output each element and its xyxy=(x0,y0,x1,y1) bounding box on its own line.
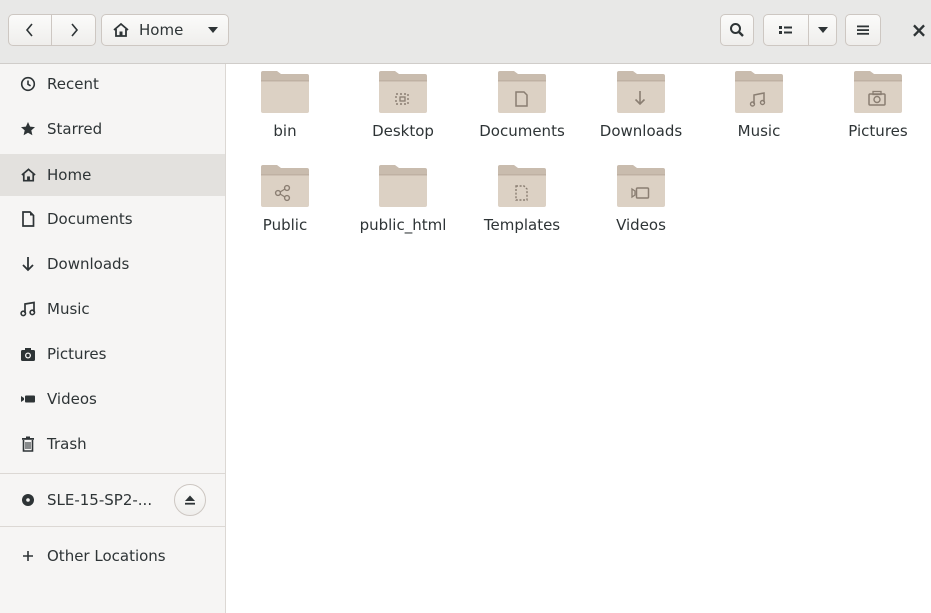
folder-icon xyxy=(616,160,666,208)
view-options-dropdown[interactable] xyxy=(809,14,837,46)
folder-name: public_html xyxy=(359,216,447,234)
star-icon xyxy=(19,120,37,138)
sidebar-item-label: Videos xyxy=(47,390,97,408)
sidebar-item-label: Starred xyxy=(47,120,103,138)
folder-name: Music xyxy=(737,122,781,140)
home-icon xyxy=(112,22,130,38)
back-button[interactable] xyxy=(8,14,52,46)
sidebar-item-label: Documents xyxy=(47,210,133,228)
sidebar-item-trash[interactable]: Trash xyxy=(0,424,225,464)
disc-icon xyxy=(19,491,37,509)
sidebar-item-pictures[interactable]: Pictures xyxy=(0,334,225,374)
folder-name: Documents xyxy=(479,122,565,140)
folder-item[interactable]: Downloads xyxy=(582,66,700,152)
search-button[interactable] xyxy=(720,14,754,46)
sidebar-item-label: Recent xyxy=(47,75,99,93)
folder-item[interactable]: public_html xyxy=(344,160,462,246)
main-menu-button[interactable] xyxy=(845,14,881,46)
music-note-icon xyxy=(19,300,37,318)
close-window-button[interactable]: × xyxy=(910,18,928,42)
download-arrow-icon xyxy=(19,255,37,273)
folder-item[interactable]: bin xyxy=(226,66,344,152)
folder-icon xyxy=(260,160,310,208)
folder-name: Desktop xyxy=(372,122,434,140)
sidebar-item-videos[interactable]: Videos xyxy=(0,379,225,419)
folder-icon xyxy=(497,160,547,208)
eject-button[interactable] xyxy=(174,484,206,516)
folder-icon xyxy=(260,66,310,114)
home-icon xyxy=(19,166,37,184)
forward-button[interactable] xyxy=(52,14,96,46)
folder-icon xyxy=(853,66,903,114)
folder-icon xyxy=(378,66,428,114)
sidebar-item-recent[interactable]: Recent xyxy=(0,64,225,104)
sidebar-item-label: Downloads xyxy=(47,255,130,273)
folder-item[interactable]: Documents xyxy=(463,66,581,152)
sidebar-item-home[interactable]: Home xyxy=(0,154,225,196)
chevron-down-icon xyxy=(817,26,828,34)
chevron-left-icon xyxy=(24,23,36,37)
camera-icon xyxy=(19,345,37,363)
chevron-down-icon xyxy=(208,26,218,34)
header-bar: Home × xyxy=(0,0,931,64)
chevron-right-icon xyxy=(68,23,80,37)
sidebar-item-label: Other Locations xyxy=(47,547,166,565)
folder-name: Videos xyxy=(616,216,666,234)
sidebar-item-other-locations[interactable]: Other Locations xyxy=(0,536,225,576)
sidebar-separator xyxy=(0,526,225,527)
sidebar-item-label: Music xyxy=(47,300,90,318)
sidebar-separator xyxy=(0,473,225,474)
folder-item[interactable]: Videos xyxy=(582,160,700,246)
hamburger-menu-icon xyxy=(856,24,870,36)
sidebar-item-music[interactable]: Music xyxy=(0,289,225,329)
path-bar-label: Home xyxy=(139,21,184,39)
folder-name: Templates xyxy=(483,216,561,234)
sidebar-item-label: Trash xyxy=(47,435,87,453)
folder-name: bin xyxy=(273,122,297,140)
folder-icon xyxy=(497,66,547,114)
folder-icon xyxy=(378,160,428,208)
video-camera-icon xyxy=(19,390,37,408)
folder-icon xyxy=(616,66,666,114)
sidebar-item-label: Home xyxy=(47,166,92,184)
folder-name: Downloads xyxy=(599,122,683,140)
trash-icon xyxy=(19,435,37,453)
sidebar-item-label: SLE-15-SP2-... xyxy=(47,491,153,509)
list-view-icon xyxy=(778,24,794,36)
folder-name: Pictures xyxy=(848,122,908,140)
search-icon xyxy=(729,22,745,38)
sidebar-item-downloads[interactable]: Downloads xyxy=(0,244,225,284)
clock-icon xyxy=(19,75,37,93)
view-toggle-button[interactable] xyxy=(763,14,809,46)
sidebar-item-starred[interactable]: Starred xyxy=(0,109,225,149)
folder-icon xyxy=(734,66,784,114)
folder-name: Public xyxy=(262,216,308,234)
file-view: bin Desktop Documents Downloads Music Picture… xyxy=(226,64,931,613)
document-icon xyxy=(19,210,37,228)
path-bar-home-button[interactable]: Home xyxy=(101,14,229,46)
sidebar: Recent Starred Home Documents Downloads … xyxy=(0,64,226,613)
plus-icon xyxy=(19,547,37,565)
folder-item[interactable]: Pictures xyxy=(819,66,931,152)
folder-item[interactable]: Templates xyxy=(463,160,581,246)
folder-item[interactable]: Public xyxy=(226,160,344,246)
folder-item[interactable]: Desktop xyxy=(344,66,462,152)
folder-item[interactable]: Music xyxy=(700,66,818,152)
sidebar-item-label: Pictures xyxy=(47,345,107,363)
close-icon: × xyxy=(910,18,928,42)
sidebar-item-documents[interactable]: Documents xyxy=(0,199,225,239)
eject-icon xyxy=(184,491,196,510)
